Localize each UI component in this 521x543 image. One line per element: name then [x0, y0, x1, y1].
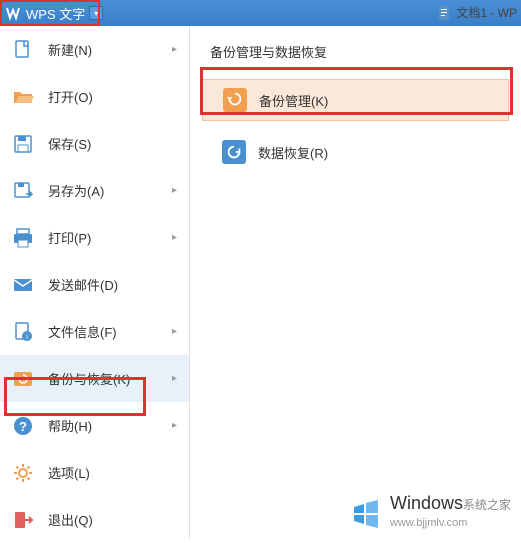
menu-label: 退出(Q) — [48, 510, 177, 529]
document-tab[interactable]: 文档1 - WP — [436, 4, 517, 21]
menu-label: 发送邮件(D) — [48, 275, 177, 294]
menu-save-as[interactable]: 另存为(A) ▸ — [0, 167, 189, 214]
menu-save[interactable]: 保存(S) — [0, 120, 189, 167]
menu-label: 选项(L) — [48, 463, 177, 482]
menu-options[interactable]: 选项(L) — [0, 449, 189, 496]
menu-open[interactable]: 打开(O) — [0, 73, 189, 120]
chevron-right-icon: ▸ — [172, 420, 177, 431]
data-recovery-icon — [222, 140, 246, 164]
wps-logo-icon — [4, 4, 22, 22]
gear-icon — [12, 462, 34, 484]
menu-label: 保存(S) — [48, 134, 177, 153]
document-icon — [436, 5, 452, 21]
menu-send-mail[interactable]: 发送邮件(D) — [0, 261, 189, 308]
save-as-icon — [12, 180, 34, 202]
menu-label: 备份与恢复(K) — [48, 369, 172, 388]
chevron-right-icon: ▸ — [172, 185, 177, 196]
menu-label: 另存为(A) — [48, 181, 172, 200]
watermark-text: Windows系统之家 www.bjjmlv.com — [390, 492, 511, 530]
file-info-icon: i — [12, 321, 34, 343]
menu-label: 打开(O) — [48, 87, 177, 106]
file-menu-panel: 新建(N) ▸ 打开(O) 保存(S) 另存为(A) ▸ — [0, 26, 190, 538]
submenu-data-recovery[interactable]: 数据恢复(R) — [202, 131, 509, 173]
app-name: WPS 文字 — [26, 4, 85, 23]
backup-submenu-panel: 备份管理与数据恢复 备份管理(K) 数据恢复(R) — [190, 26, 521, 538]
chevron-right-icon: ▸ — [172, 44, 177, 55]
submenu-label: 备份管理(K) — [259, 91, 328, 110]
svg-text:?: ? — [19, 419, 27, 434]
document-title: 文档1 - WP — [456, 4, 517, 21]
menu-new[interactable]: 新建(N) ▸ — [0, 26, 189, 73]
menu-backup-restore[interactable]: 备份与恢复(K) ▸ — [0, 355, 189, 402]
mail-icon — [12, 274, 34, 296]
menu-print[interactable]: 打印(P) ▸ — [0, 214, 189, 261]
menu-file-info[interactable]: i 文件信息(F) ▸ — [0, 308, 189, 355]
menu-label: 帮助(H) — [48, 416, 172, 435]
backup-icon — [12, 368, 34, 390]
app-dropdown-button[interactable]: ▾ — [89, 6, 103, 20]
menu-label: 新建(N) — [48, 40, 172, 59]
submenu-title: 备份管理与数据恢复 — [190, 42, 521, 75]
watermark-main: Windows — [390, 493, 463, 513]
open-folder-icon — [12, 86, 34, 108]
save-icon — [12, 133, 34, 155]
new-doc-icon — [12, 39, 34, 61]
menu-label: 文件信息(F) — [48, 322, 172, 341]
submenu-label: 数据恢复(R) — [258, 143, 328, 162]
print-icon — [12, 227, 34, 249]
windows-logo-icon — [348, 493, 384, 529]
watermark-sub: 系统之家 — [463, 498, 511, 512]
menu-help[interactable]: ? 帮助(H) ▸ — [0, 402, 189, 449]
chevron-right-icon: ▸ — [172, 232, 177, 243]
backup-mgmt-icon — [223, 88, 247, 112]
chevron-right-icon: ▸ — [172, 326, 177, 337]
menu-exit[interactable]: 退出(Q) — [0, 496, 189, 543]
menu-label: 打印(P) — [48, 228, 172, 247]
submenu-backup-management[interactable]: 备份管理(K) — [202, 79, 509, 121]
watermark-url: www.bjjmlv.com — [390, 516, 511, 530]
watermark: Windows系统之家 www.bjjmlv.com — [348, 492, 511, 530]
help-icon: ? — [12, 415, 34, 437]
exit-icon — [12, 509, 34, 531]
chevron-right-icon: ▸ — [172, 373, 177, 384]
